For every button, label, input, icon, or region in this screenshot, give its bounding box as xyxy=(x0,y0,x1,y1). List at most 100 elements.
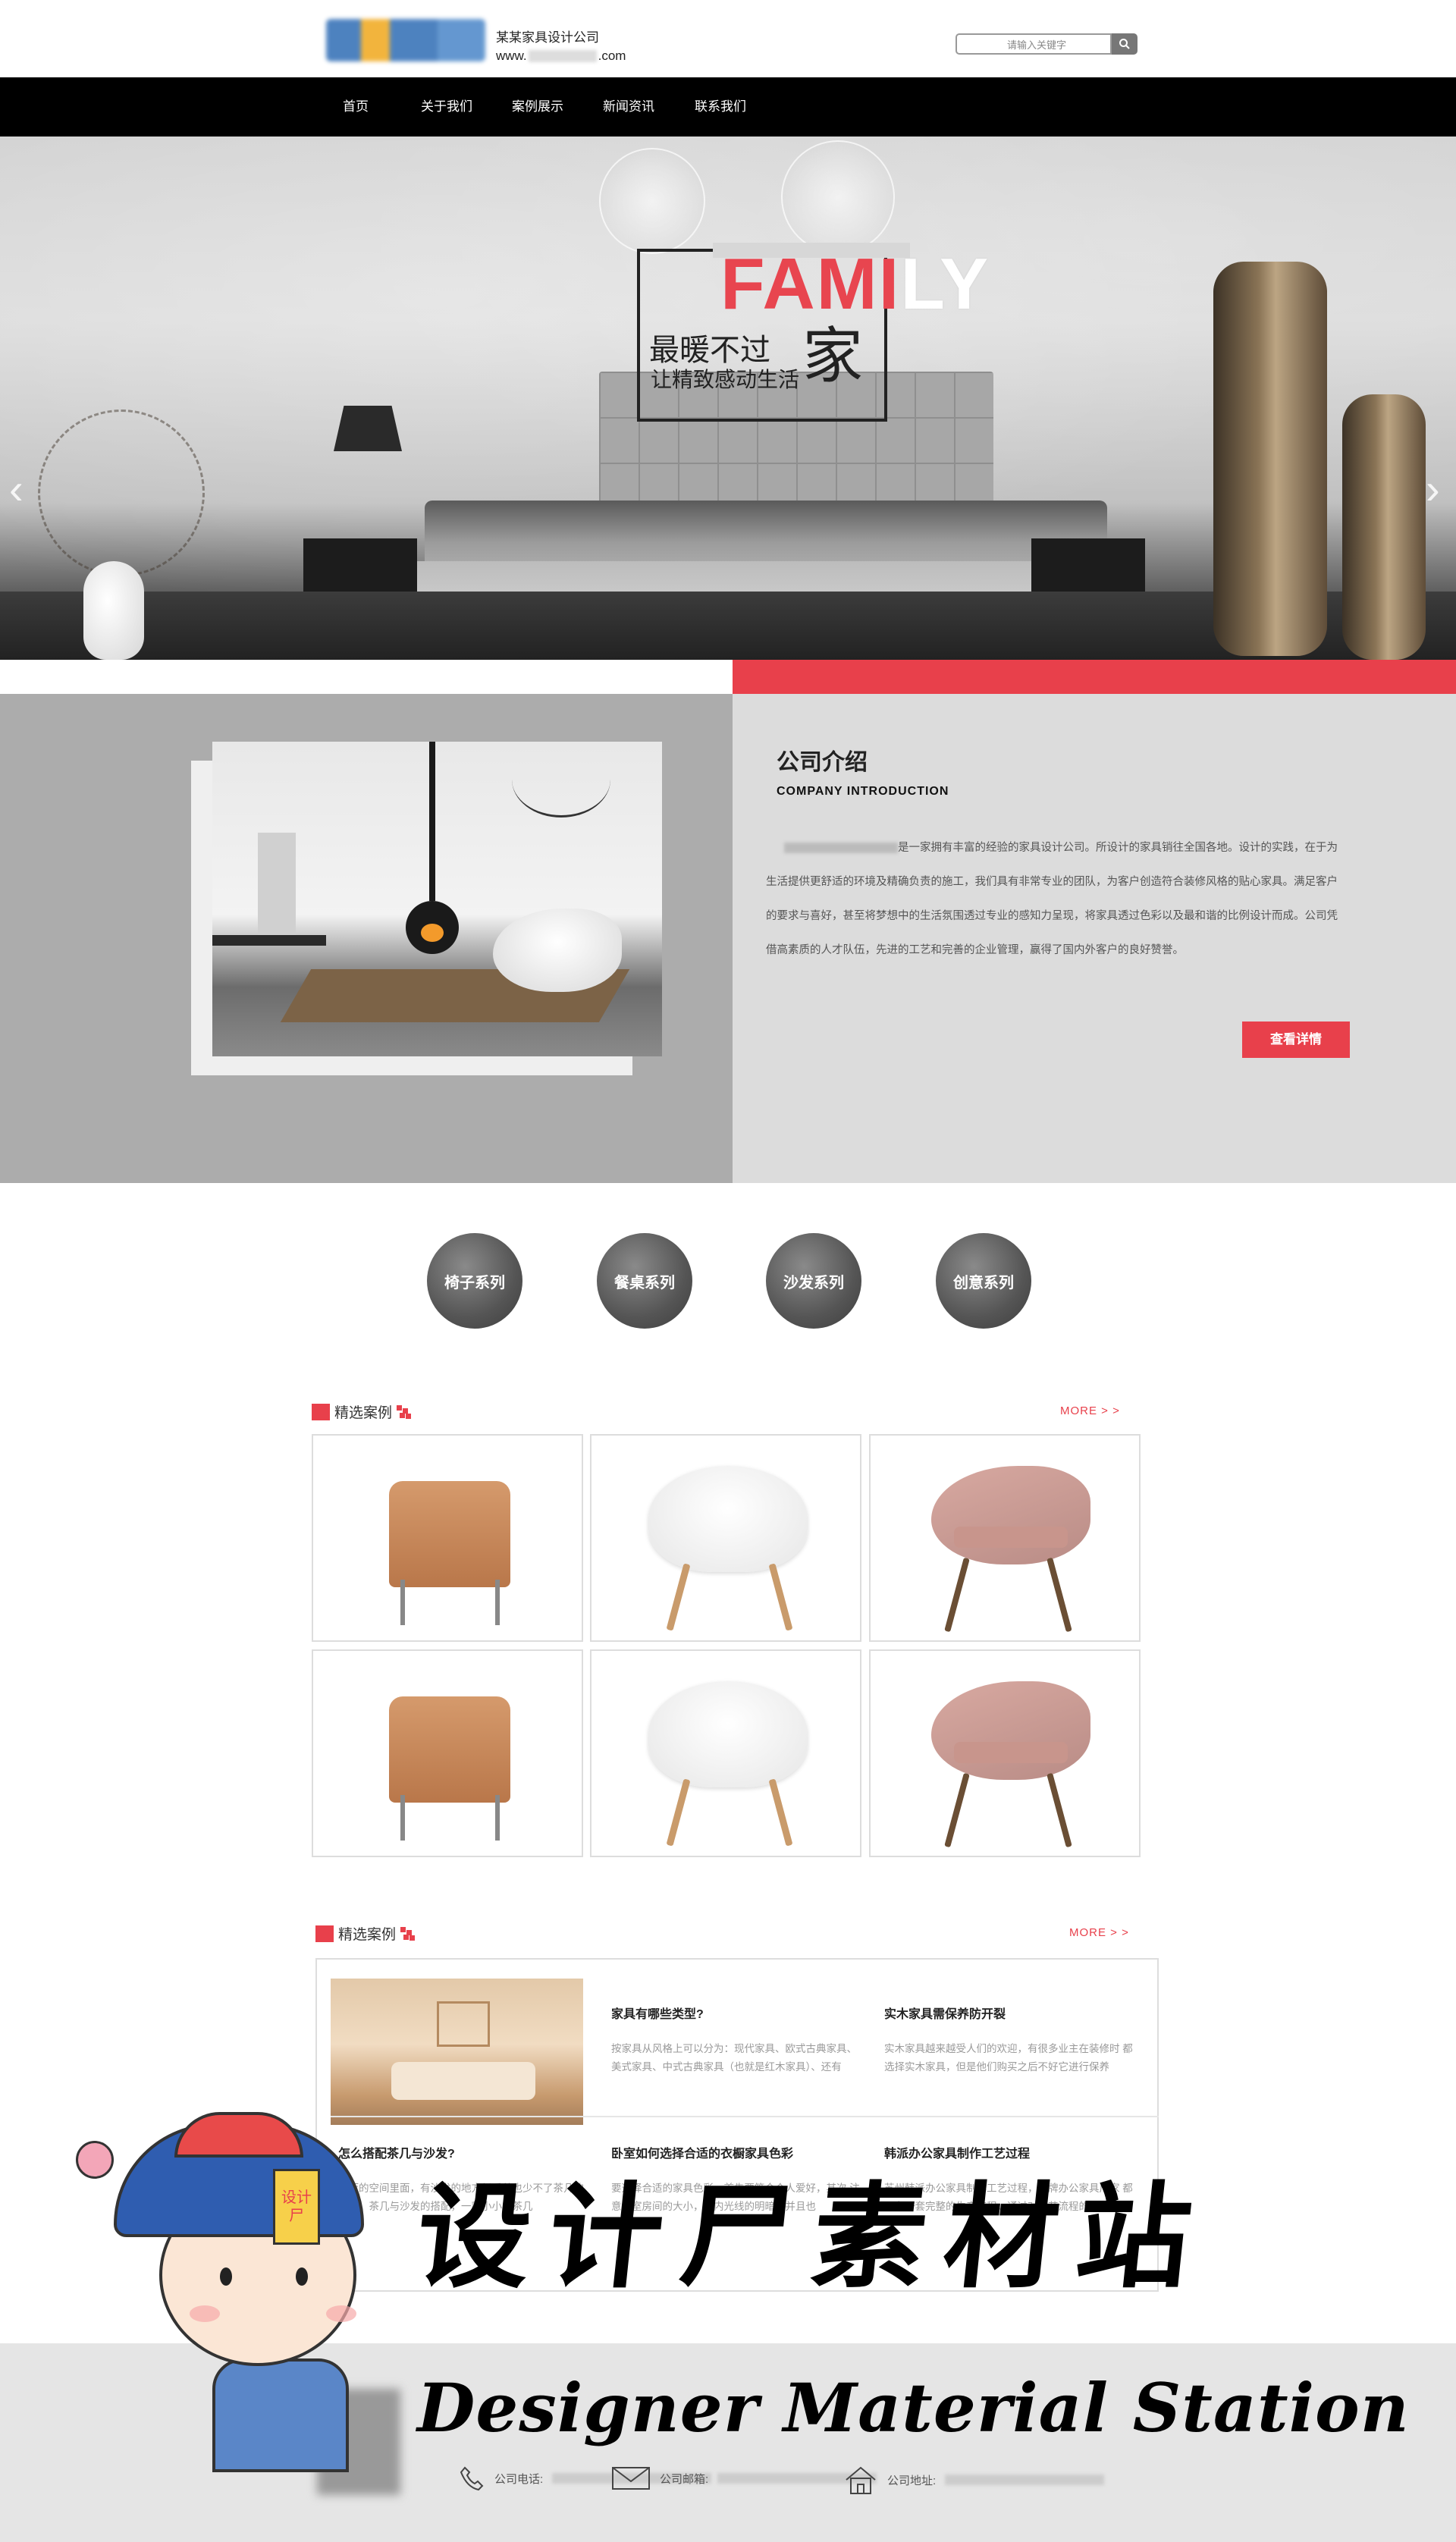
slogan-sub: 让精致感动生活 xyxy=(651,368,800,391)
heading-deco-icon xyxy=(400,1926,416,1941)
sculpture-vase-tall xyxy=(1213,262,1327,656)
chair-leg xyxy=(495,1580,500,1625)
heading-square-icon xyxy=(312,1403,330,1420)
banner-next-arrow[interactable]: › xyxy=(1426,468,1440,510)
news-item-title[interactable]: 韩派办公家具制作工艺过程 xyxy=(884,2143,1030,2161)
site-header: 某某家具设计公司 www. .com 请输入关键字 xyxy=(0,0,1456,77)
nav-item-home[interactable]: 首页 xyxy=(343,77,369,137)
photo-shelf xyxy=(212,935,326,946)
nav-item-news[interactable]: 新闻资讯 xyxy=(603,77,654,137)
chair-white-image xyxy=(648,1466,808,1572)
intro-blurred-name xyxy=(784,843,898,854)
watermark-mascot-tag: 设计尸 xyxy=(273,2169,320,2245)
mascot-blush xyxy=(326,2305,356,2322)
company-info: 某某家具设计公司 www. .com xyxy=(496,29,626,65)
chair-pink-image xyxy=(931,1681,1090,1780)
hero-banner: FAMILY 最暖不过 家 让精致感动生活 ‹ › xyxy=(0,137,1456,660)
footer-address: 公司地址: xyxy=(843,2465,1105,2495)
mascot-eye-icon xyxy=(296,2267,308,2286)
heading-square-icon xyxy=(315,1925,334,1942)
chair-leg xyxy=(944,1557,970,1633)
case-card[interactable] xyxy=(869,1434,1141,1642)
watermark-chinese: 设计尸素材站 xyxy=(410,2170,1216,2304)
category-creative[interactable]: 创意系列 xyxy=(936,1233,1031,1329)
decor-branch xyxy=(38,410,205,576)
mascot-eye-icon xyxy=(220,2267,232,2286)
news-thumbnail[interactable] xyxy=(331,1979,583,2125)
site-logo[interactable] xyxy=(326,14,485,67)
chair-leg xyxy=(768,1778,793,1847)
news-heading: 精选案例 xyxy=(315,1923,416,1944)
heading-deco-icon xyxy=(397,1404,412,1419)
home-icon xyxy=(846,2466,876,2494)
case-card[interactable] xyxy=(312,1649,583,1857)
news-item-title[interactable]: 卧室如何选择合适的衣橱家具色彩 xyxy=(611,2143,793,2161)
category-dining[interactable]: 餐桌系列 xyxy=(597,1233,692,1329)
chandelier-right xyxy=(781,140,895,254)
category-chairs[interactable]: 椅子系列 xyxy=(427,1233,522,1329)
slogan-family-red: FAMI xyxy=(720,243,901,325)
view-details-button[interactable]: 查看详情 xyxy=(1242,1022,1350,1058)
news-item-title[interactable]: 实木家具需保养防开裂 xyxy=(884,2004,1006,2022)
category-sofa[interactable]: 沙发系列 xyxy=(766,1233,861,1329)
chair-white-image xyxy=(648,1681,808,1787)
chair-pink-image xyxy=(931,1466,1090,1564)
chair-tan-image xyxy=(389,1696,510,1803)
watermark-mascot-body xyxy=(212,2358,349,2472)
featured-title: 精选案例 xyxy=(334,1405,393,1421)
watermark-flower-icon xyxy=(76,2141,114,2179)
photo-chandelier xyxy=(512,742,610,818)
nav-item-about[interactable]: 关于我们 xyxy=(421,77,472,137)
chair-tan-image xyxy=(389,1481,510,1587)
chair-leg xyxy=(400,1795,405,1841)
thumb-sofa xyxy=(391,2062,535,2100)
phone-icon xyxy=(460,2466,484,2491)
url-suffix: .com xyxy=(598,49,626,63)
white-vase xyxy=(83,561,144,660)
news-divider xyxy=(331,2116,1159,2117)
intro-title: 公司介绍 xyxy=(777,750,868,775)
photo-fire xyxy=(421,924,444,942)
chair-leg xyxy=(666,1778,691,1847)
intro-subtitle: COMPANY INTRODUCTION xyxy=(777,785,949,798)
case-card[interactable] xyxy=(869,1649,1141,1857)
intro-paragraph-text: 是一家拥有丰富的经验的家具设计公司。所设计的家具销往全国各地。设计的实践，在于为… xyxy=(766,842,1338,956)
intro-paragraph: 是一家拥有丰富的经验的家具设计公司。所设计的家具销往全国各地。设计的实践，在于为… xyxy=(766,831,1342,968)
url-blurred-domain xyxy=(528,50,597,62)
chair-leg xyxy=(768,1563,793,1631)
news-item-title[interactable]: 家具有哪些类型? xyxy=(611,2004,704,2022)
chair-leg xyxy=(944,1772,970,1848)
sculpture-vase-short xyxy=(1342,394,1426,660)
chair-leg xyxy=(1046,1772,1072,1848)
main-nav: 首页 关于我们 案例展示 新闻资讯 联系我们 xyxy=(0,77,1456,137)
photo-door xyxy=(258,833,296,939)
logo-mark xyxy=(326,19,485,61)
search-button[interactable] xyxy=(1112,33,1138,55)
company-url[interactable]: www. .com xyxy=(496,47,626,65)
search-bar: 请输入关键字 xyxy=(956,33,1138,55)
nav-item-contact[interactable]: 联系我们 xyxy=(695,77,746,137)
photo-fireplace-pipe xyxy=(429,742,435,901)
footer-email: 公司邮箱: xyxy=(611,2465,877,2492)
url-prefix: www. xyxy=(496,49,527,63)
chandelier-left xyxy=(599,148,705,254)
watermark-english: Designer Material Station xyxy=(417,2368,1410,2447)
featured-heading: 精选案例 xyxy=(312,1401,412,1422)
footer-phone-label: 公司电话: xyxy=(494,2472,544,2486)
slogan-main: 最暖不过 xyxy=(649,334,770,367)
news-more-link[interactable]: MORE > > xyxy=(1069,1926,1129,1939)
photo-chair xyxy=(493,909,622,992)
featured-more-link[interactable]: MORE > > xyxy=(1060,1404,1120,1417)
chair-leg xyxy=(400,1580,405,1625)
nav-item-cases[interactable]: 案例展示 xyxy=(512,77,563,137)
lamp-left xyxy=(334,406,402,451)
case-card[interactable] xyxy=(590,1434,861,1642)
case-card[interactable] xyxy=(590,1649,861,1857)
news-title: 精选案例 xyxy=(338,1927,397,1943)
search-input[interactable]: 请输入关键字 xyxy=(956,33,1112,55)
banner-prev-arrow[interactable]: ‹ xyxy=(9,468,24,510)
case-card[interactable] xyxy=(312,1434,583,1642)
thumb-frame xyxy=(437,2001,490,2047)
chair-leg xyxy=(1046,1557,1072,1633)
mail-icon xyxy=(612,2467,650,2490)
